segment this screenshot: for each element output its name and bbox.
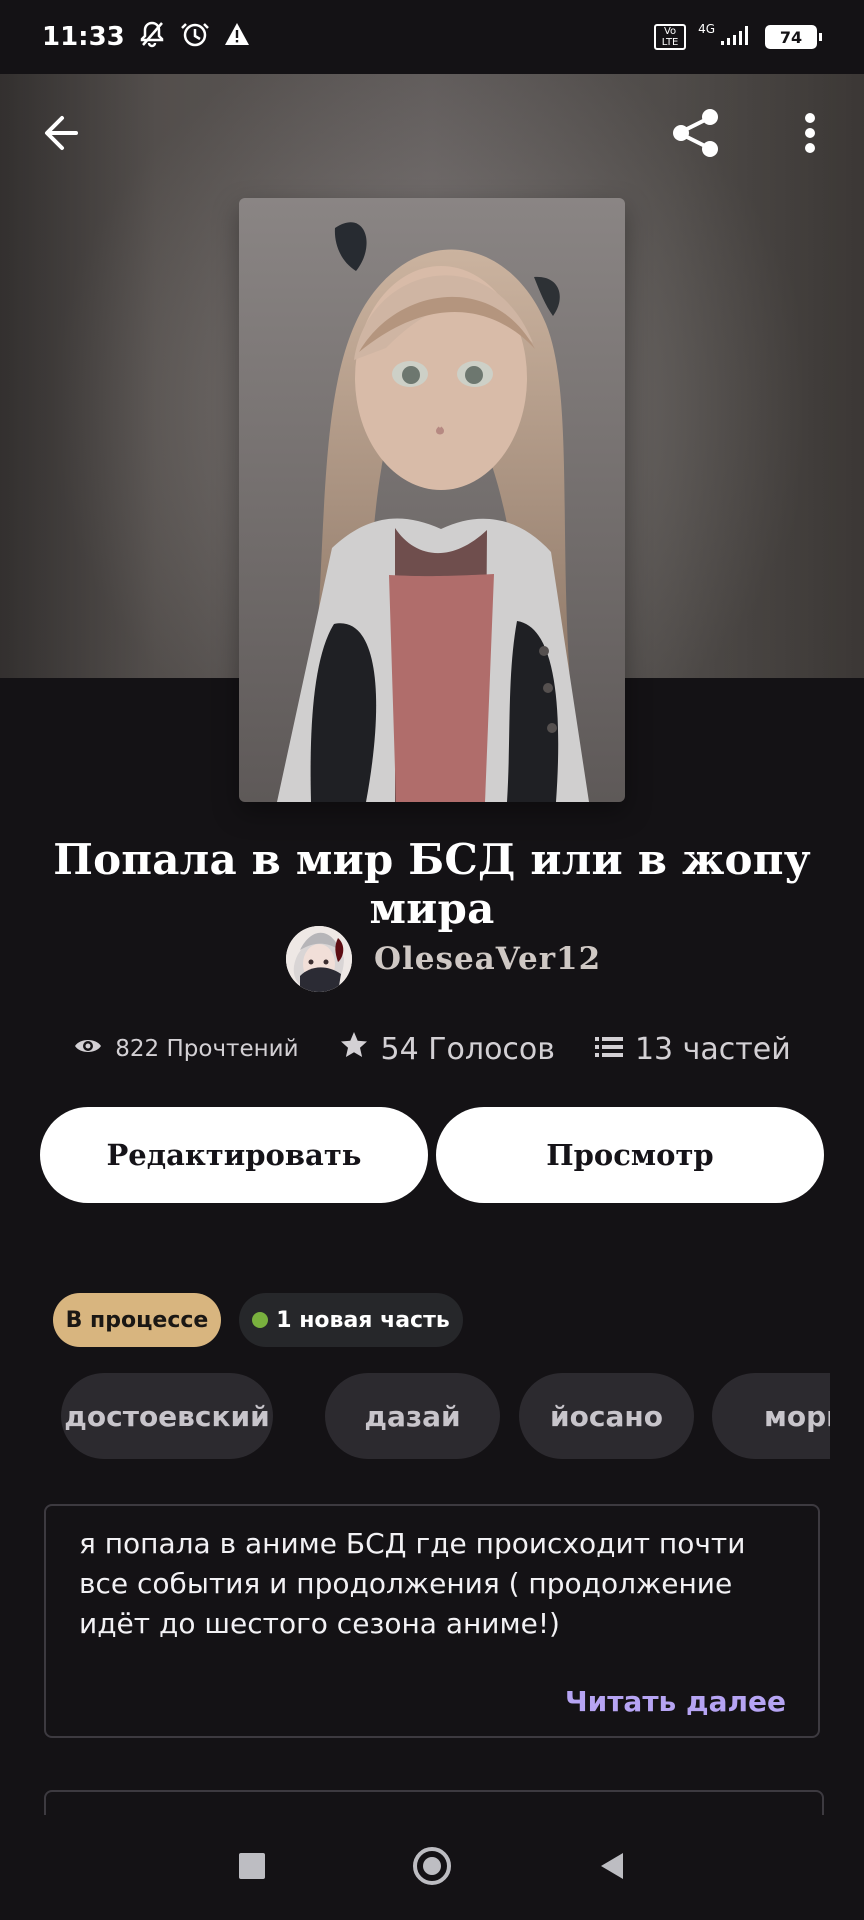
preview-button[interactable]: Просмотр <box>436 1107 824 1203</box>
eye-icon <box>73 1034 103 1064</box>
list-icon <box>594 1032 623 1067</box>
arrow-left-icon <box>40 112 82 158</box>
alarm-icon <box>179 18 211 57</box>
mute-notification-icon <box>137 19 167 56</box>
network-label: 4G <box>698 22 715 36</box>
tags-scroll-row[interactable]: достоевский дазай йосано мори <box>0 1370 830 1462</box>
new-part-dot-icon <box>252 1312 269 1328</box>
share-icon <box>668 105 724 165</box>
battery-icon: 74 <box>765 25 822 49</box>
author-name[interactable]: OleseaVer12 <box>374 941 601 977</box>
reads-count: 822 Прочтений <box>115 1036 299 1062</box>
story-stats: 822 Прочтений 54 Голосов 13 частей <box>0 1030 864 1068</box>
story-cover-image[interactable] <box>239 198 625 802</box>
home-button[interactable] <box>402 1838 462 1898</box>
more-options-button[interactable] <box>780 105 840 165</box>
description-text: я попала в аниме БСД где происходит почт… <box>79 1527 746 1640</box>
status-time: 11:33 <box>42 22 125 52</box>
tag-chip[interactable]: мори <box>712 1373 830 1459</box>
author-avatar-image <box>286 926 352 992</box>
volte-icon: Vo LTE <box>654 24 687 50</box>
circle-icon <box>411 1845 453 1891</box>
parts-count: 13 частей <box>634 1031 791 1067</box>
status-right: Vo LTE 4G 74 <box>654 22 822 51</box>
signal-icon <box>719 23 753 51</box>
warning-icon <box>223 20 251 55</box>
status-badge-new-part[interactable]: 1 новая часть <box>239 1293 463 1347</box>
author-row[interactable]: OleseaVer12 <box>286 925 601 993</box>
back-nav-button[interactable] <box>582 1838 642 1898</box>
tag-chip[interactable]: йосано <box>519 1373 694 1459</box>
recent-apps-button[interactable] <box>222 1838 282 1898</box>
more-vertical-icon <box>804 112 816 158</box>
share-button[interactable] <box>666 105 726 165</box>
edit-button[interactable]: Редактировать <box>40 1107 428 1203</box>
author-avatar[interactable] <box>286 926 352 992</box>
votes-stat: 54 Голосов <box>339 1030 555 1068</box>
triangle-left-icon <box>597 1850 627 1886</box>
votes-count: 54 Голосов <box>380 1031 555 1067</box>
status-badge-in-progress: В процессе <box>53 1293 221 1347</box>
new-part-label: 1 новая часть <box>276 1307 450 1333</box>
tag-chip[interactable]: достоевский <box>61 1373 273 1459</box>
description-card: я попала в аниме БСД где происходит почт… <box>44 1504 820 1738</box>
anime-girl-illustration <box>239 198 625 802</box>
tag-chip[interactable]: дазай <box>325 1373 500 1459</box>
system-nav-bar <box>0 1815 864 1920</box>
square-icon <box>237 1851 267 1885</box>
story-title: Попала в мир БСД или в жопу мира <box>53 835 811 933</box>
back-button[interactable] <box>31 105 91 165</box>
reads-stat: 822 Прочтений <box>73 1034 299 1064</box>
read-more-link[interactable]: Читать далее <box>565 1685 786 1718</box>
parts-stat: 13 частей <box>594 1031 791 1067</box>
status-bar: 11:33 Vo LTE 4G 74 <box>0 0 864 74</box>
star-icon <box>339 1030 369 1068</box>
status-left: 11:33 <box>42 18 251 57</box>
